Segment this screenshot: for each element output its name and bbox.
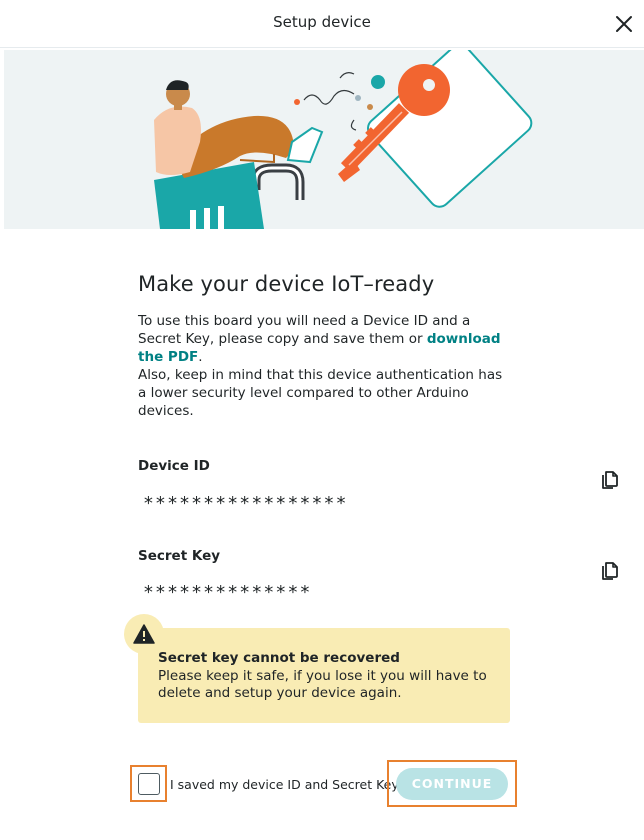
page-title: Make your device IoT–ready — [138, 272, 435, 296]
intro-section: Make your device IoT–ready To use this b… — [138, 272, 510, 420]
padlock-key-illustration — [154, 50, 533, 229]
copy-icon — [602, 562, 618, 580]
alert-title: Secret key cannot be recovered — [158, 650, 400, 666]
copy-device-id-button[interactable] — [598, 467, 622, 491]
alert-text: Please keep it safe, if you lose it you … — [158, 668, 487, 701]
device-id-label: Device ID — [138, 458, 210, 474]
saved-confirmation-checkbox[interactable] — [137, 772, 160, 795]
copy-secret-key-button[interactable] — [598, 558, 622, 582]
saved-confirmation-checkbox-wrapper[interactable] — [130, 765, 167, 802]
dialog-header: Setup device — [0, 0, 644, 48]
description-period: . — [198, 349, 203, 365]
alert-icon-badge — [124, 614, 164, 654]
secret-key-label: Secret Key — [138, 548, 221, 564]
dialog-title: Setup device — [273, 13, 371, 31]
description-text: To use this board you will need a Device… — [138, 313, 471, 347]
warning-icon — [133, 624, 155, 644]
intro-description: To use this board you will need a Device… — [138, 312, 510, 420]
secret-key-value: ************** — [143, 582, 312, 603]
continue-button-focus-outline: CONTINUE — [387, 760, 517, 807]
device-id-value: ***************** — [143, 493, 348, 514]
copy-icon — [602, 471, 618, 489]
hero-illustration — [4, 50, 644, 229]
close-icon — [616, 16, 632, 32]
description-security-note: Also, keep in mind that this device auth… — [138, 367, 503, 419]
warning-alert: Secret key cannot be recovered Please ke… — [138, 628, 510, 723]
checkbox-label: I saved my device ID and Secret Key — [170, 777, 399, 792]
close-button[interactable] — [610, 10, 638, 38]
continue-button[interactable]: CONTINUE — [396, 767, 508, 800]
